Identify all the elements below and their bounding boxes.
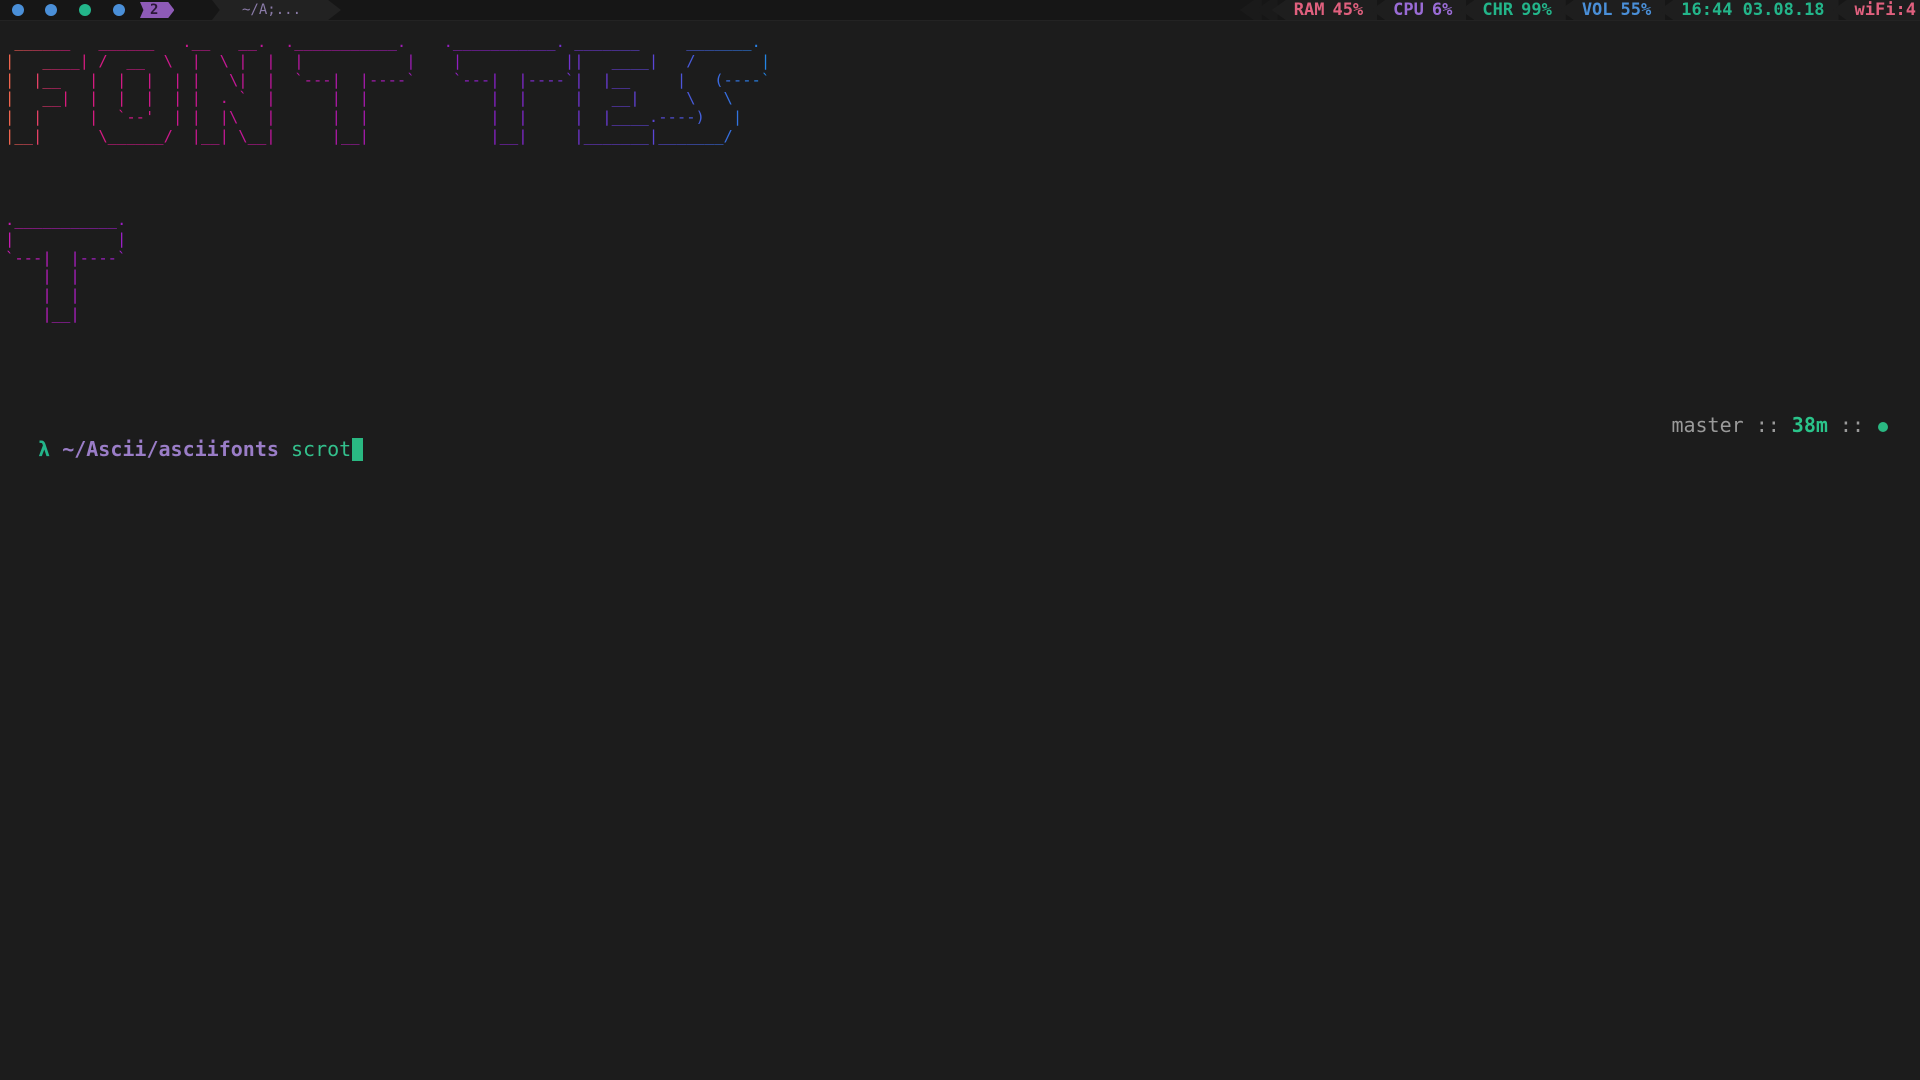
- right-prompt: master :: 38m ::: [1671, 413, 1888, 437]
- status-bar: 2 ~/A;... RAM 45% CPU 6% CHR 99% VOL 55% 16:…: [0, 0, 1920, 21]
- window-title-segment[interactable]: ~/A;...: [212, 0, 342, 20]
- active-workspace-badge[interactable]: 2: [140, 2, 175, 18]
- wifi-label: wiFi: [1854, 0, 1896, 20]
- ram-label: RAM: [1293, 0, 1325, 20]
- git-branch: master: [1671, 413, 1744, 437]
- wifi-module[interactable]: wiFi:4: [1832, 0, 1920, 20]
- wifi-value: 4: [1905, 0, 1916, 20]
- rprompt-separator: ::: [1755, 413, 1780, 437]
- system-stats: RAM 45% CPU 6% CHR 99% VOL 55% 16:44 03.08.1…: [1239, 0, 1920, 20]
- datetime: 16:44 03.08.18: [1681, 0, 1825, 20]
- wifi-colon: :: [1895, 0, 1906, 20]
- git-status-dot-icon: [1878, 422, 1888, 432]
- charge-value: 99%: [1521, 0, 1552, 20]
- text-cursor: [352, 438, 364, 461]
- volume-value: 55%: [1620, 0, 1652, 20]
- charge-label: CHR: [1482, 0, 1514, 20]
- active-workspace-number: 2: [150, 2, 159, 18]
- window-title: ~/A;...: [242, 2, 302, 18]
- shell-prompt[interactable]: λ ~/Ascii/asciifonts scrot: [14, 413, 364, 461]
- workspace-dot-4[interactable]: [113, 4, 125, 16]
- cpu-label: CPU: [1393, 0, 1424, 20]
- workspace-dot-3[interactable]: [79, 4, 91, 16]
- ram-module: RAM 45%: [1271, 0, 1378, 20]
- command-input[interactable]: scrot: [291, 437, 351, 461]
- prompt-symbol: λ: [38, 437, 51, 461]
- volume-module[interactable]: VOL 55%: [1559, 0, 1666, 20]
- clock-module: 16:44 03.08.18: [1659, 0, 1839, 20]
- volume-label: VOL: [1581, 0, 1613, 20]
- ascii-art-banner-line1: ______ ______ .__ __. .___________. .___…: [5, 33, 771, 145]
- rprompt-separator: ::: [1839, 413, 1864, 437]
- cpu-module: CPU 6%: [1371, 0, 1467, 20]
- prompt-cwd: ~/Ascii/asciifonts: [62, 437, 279, 461]
- charge-module: CHR 99%: [1460, 0, 1566, 20]
- command-duration: 38m: [1791, 413, 1828, 437]
- workspace-dot-1[interactable]: [12, 4, 24, 16]
- cpu-value: 6%: [1431, 0, 1453, 20]
- workspace-dot-2[interactable]: [45, 4, 57, 16]
- ram-value: 45%: [1332, 0, 1364, 20]
- ascii-art-banner-line2: .___________. | | `---| |----` | | | | |…: [5, 211, 127, 323]
